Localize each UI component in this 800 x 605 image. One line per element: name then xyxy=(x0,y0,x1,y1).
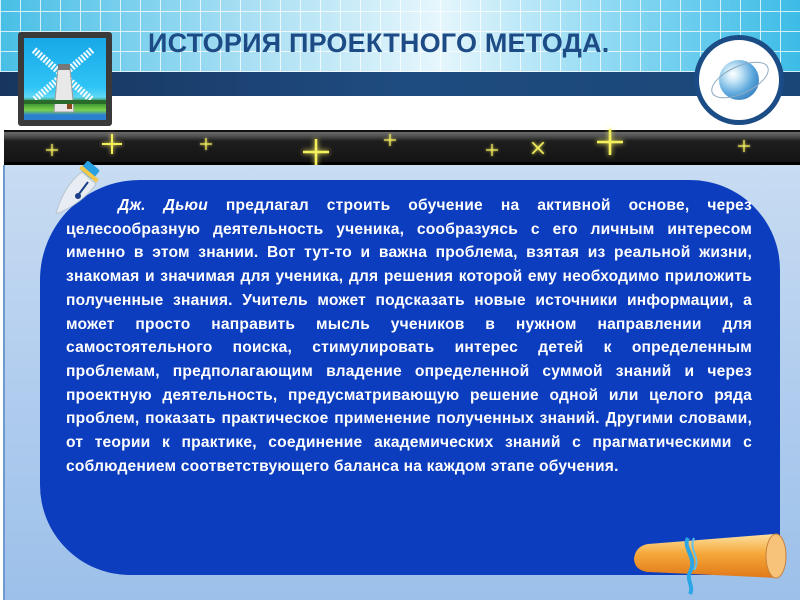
sparkle-icon xyxy=(200,138,212,150)
star-band xyxy=(4,129,800,165)
author-name: Дж. Дьюи xyxy=(118,197,208,214)
windmill-icon xyxy=(24,38,106,120)
sparkle-icon xyxy=(102,134,122,154)
sparkle-icon xyxy=(384,134,396,146)
scroll-icon xyxy=(628,528,788,600)
header-band xyxy=(0,72,800,96)
sparkle-icon xyxy=(738,140,750,152)
sparkle-icon xyxy=(303,139,329,165)
body-paragraph: предлагал строить обучение на активной о… xyxy=(66,197,752,475)
sparkle-icon xyxy=(486,144,498,156)
slide-title: ИСТОРИЯ ПРОЕКТНОГО МЕТОДА. xyxy=(148,28,610,58)
sparkle-icon xyxy=(527,137,550,160)
sparkle-icon xyxy=(46,144,58,156)
globe-badge xyxy=(694,35,784,125)
sparkle-icon xyxy=(597,129,623,155)
windmill-logo xyxy=(18,32,112,126)
slide-body-text: Дж. Дьюи предлагал строить обучение на а… xyxy=(66,194,752,478)
